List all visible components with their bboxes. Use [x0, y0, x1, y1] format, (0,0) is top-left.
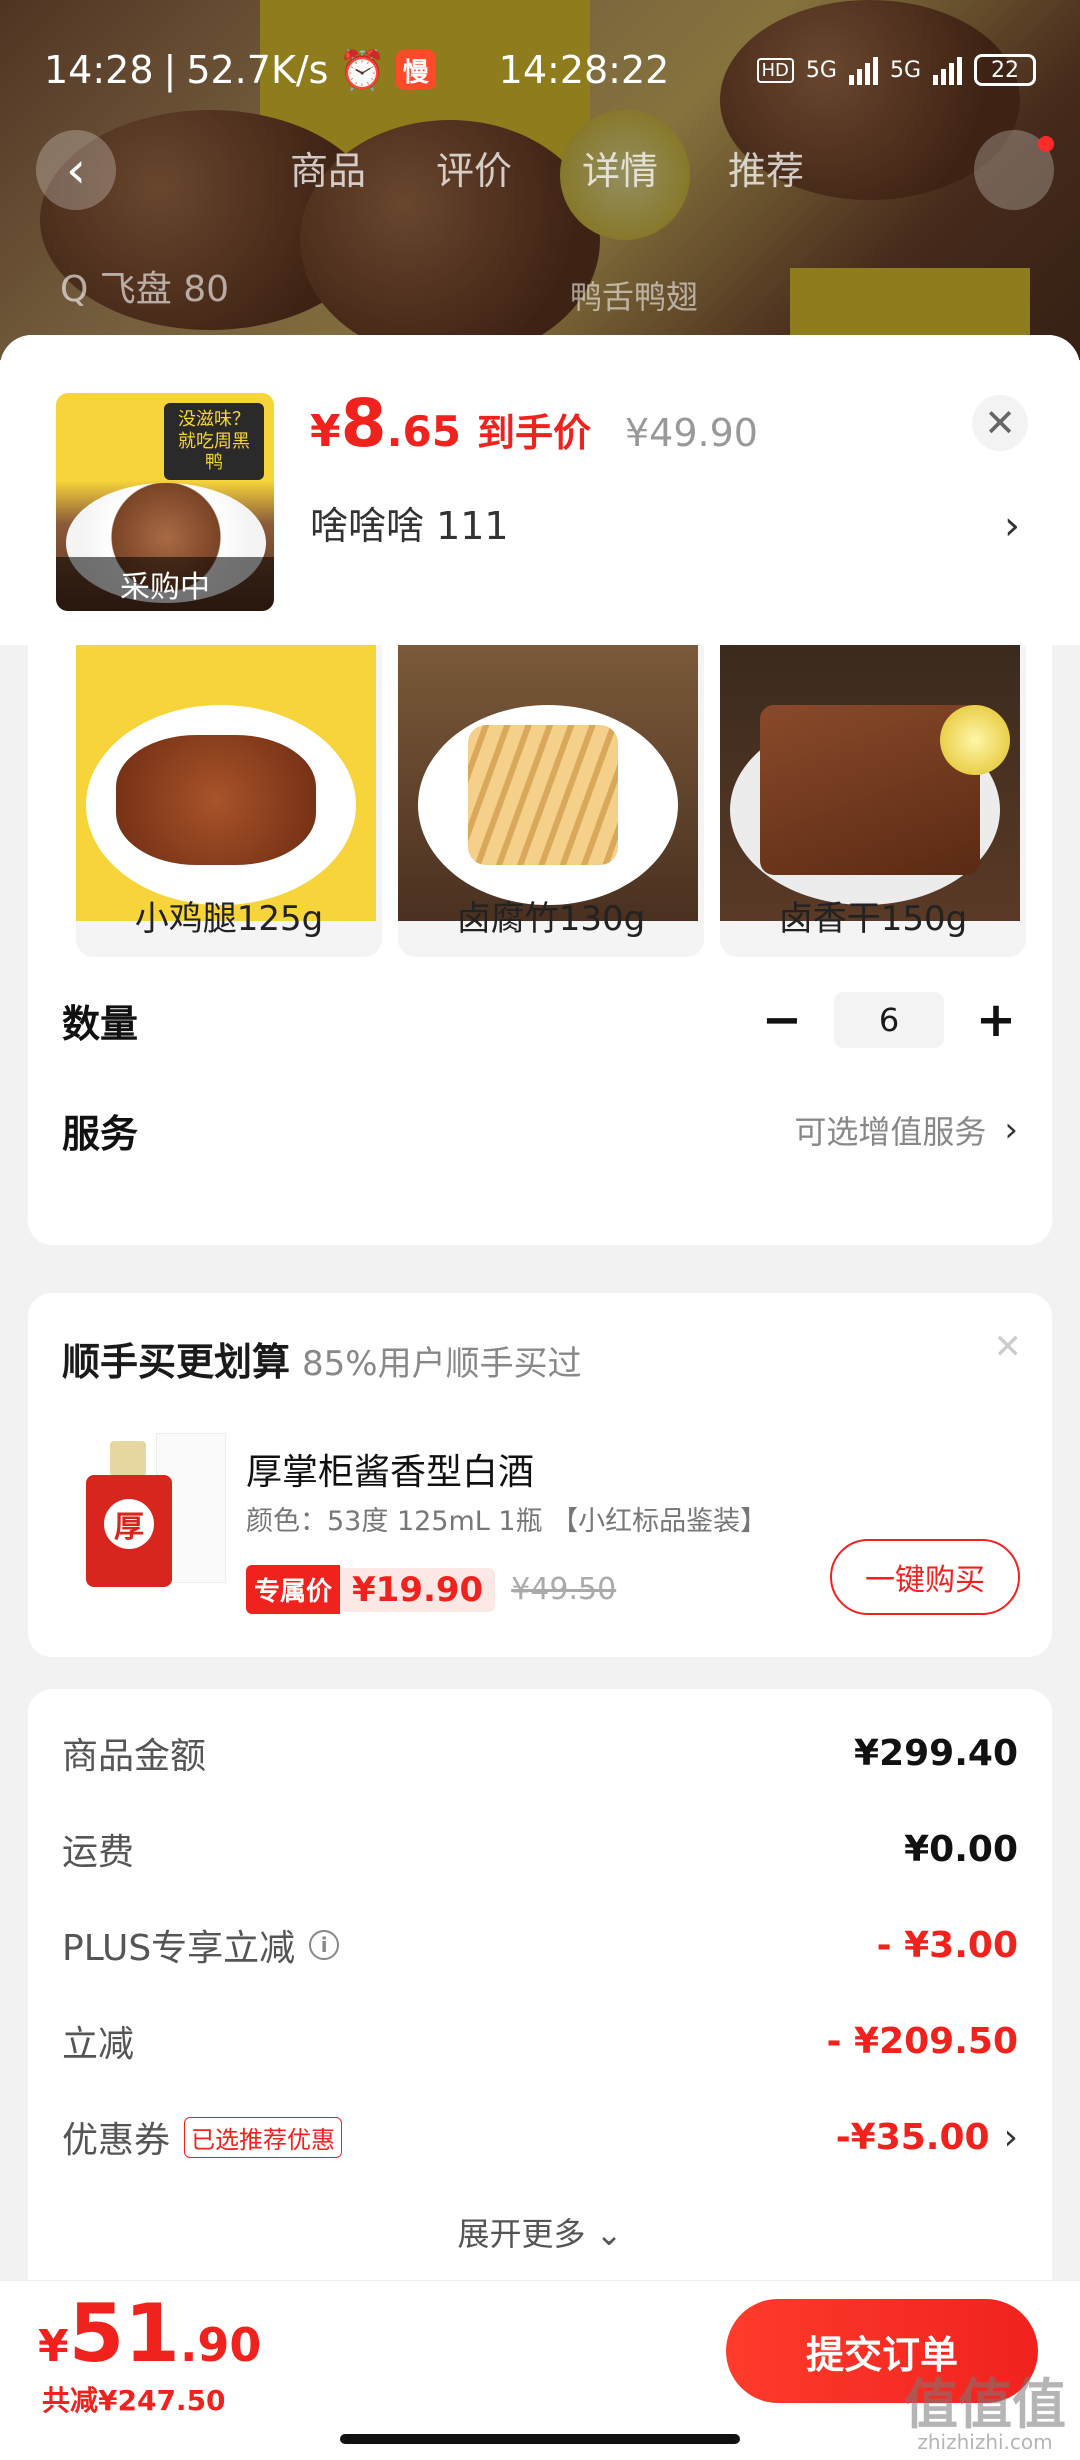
chevron-right-icon: › [1003, 2116, 1018, 2158]
total-price: ¥ 51 .90 [38, 2287, 262, 2380]
upsell-card: 顺手买更划算 85%用户顺手买过 ✕ 厚 厚掌柜酱香型白酒 颜色：53度 125m… [28, 1293, 1052, 1657]
upsell-price: 专属价 ¥19.90 ¥49.50 [246, 1565, 616, 1614]
back-button[interactable]: ‹ [36, 130, 116, 210]
quantity-input[interactable]: 6 [834, 992, 944, 1048]
summary-row: 运费 ¥0.00 [62, 1828, 1018, 1874]
exclusive-price: ¥19.90 [340, 1567, 496, 1612]
option-card[interactable]: 卤腐竹130g [398, 645, 704, 957]
price-summary: 商品金额 ¥299.40 运费 ¥0.00 PLUS专享立减 i - ¥3.00 … [28, 1689, 1052, 2299]
coupon-tag: 已选推荐优惠 [184, 2116, 343, 2158]
upsell-product-name[interactable]: 厚掌柜酱香型白酒 [246, 1443, 534, 1495]
close-icon: ✕ [984, 401, 1016, 445]
coupon-row[interactable]: 优惠券 已选推荐优惠 -¥35.00 › [62, 2107, 1018, 2167]
network-5g-label: 5G [805, 57, 837, 83]
total-saved: 共减¥247.50 [42, 2384, 226, 2417]
background-search-hint: 鸭舌鸭翅 [570, 278, 699, 316]
upsell-subtitle: 85%用户顺手买过 [302, 1344, 582, 1384]
service-label: 服务 [62, 1111, 139, 1156]
service-row[interactable]: 服务 可选增值服务 › [62, 1095, 1018, 1165]
status-bar: 14:28 | 52.7K/s ⏰ 慢 14:28:22 HD 5G 5G 22 [44, 40, 1036, 100]
options-card: 小鸡腿125g 卤腐竹130g 卤香干150g 数量 − 6 + 服务 可选增值… [28, 645, 1052, 1245]
tab-recommend[interactable]: 推荐 [728, 140, 804, 195]
option-label: 卤腐竹130g [456, 898, 646, 939]
background-tabs: 商品 评价 详情 推荐 [290, 140, 804, 195]
notification-dot [1038, 136, 1054, 152]
tab-reviews[interactable]: 评价 [436, 140, 512, 195]
search-placeholder: Q 飞盘 80 [60, 269, 230, 310]
one-click-buy-button[interactable]: 一键购买 [830, 1539, 1020, 1615]
option-label: 卤香干150g [778, 898, 968, 939]
battery-icon: 22 [974, 54, 1036, 86]
quantity-stepper: − 6 + [760, 992, 1018, 1048]
expand-more-button[interactable]: 展开更多 ⌄ [28, 2209, 1052, 2255]
alarm-icon: ⏰ [338, 47, 386, 92]
slow-badge: 慢 [395, 50, 436, 90]
quantity-label: 数量 [62, 1001, 139, 1046]
network-5g-label: 5G [889, 57, 921, 83]
exclusive-price-tag: 专属价 [246, 1565, 341, 1614]
chevron-right-icon: › [1004, 1110, 1018, 1150]
upsell-spec: 颜色：53度 125mL 1瓶 【小红标品鉴装】 [246, 1506, 768, 1537]
home-indicator [340, 2434, 740, 2444]
thumbnail-status-tag: 采购中 [56, 557, 274, 611]
chevron-right-icon[interactable]: › [1004, 503, 1020, 549]
signal-icon [848, 55, 878, 85]
bottle-image: 厚 [80, 1441, 180, 1591]
original-price: ¥49.90 [624, 411, 758, 455]
summary-row: 立减 - ¥209.50 [62, 2020, 1018, 2066]
sheet-header: 没滋味？就吃周黑鸭 采购中 ¥ 8 .65 到手价 ¥49.90 ✕ 啥啥啥 1… [0, 335, 1080, 645]
close-icon[interactable]: ✕ [994, 1327, 1023, 1367]
product-thumbnail: 没滋味？就吃周黑鸭 采购中 [56, 393, 274, 611]
background-search: Q 飞盘 80 [60, 260, 229, 312]
checkout-footer: ¥ 51 .90 共减¥247.50 提交订单 值值值 zhizhizhi.com [0, 2280, 1080, 2460]
summary-row: PLUS专享立减 i - ¥3.00 [62, 1924, 1018, 1970]
option-label: 小鸡腿125g [134, 898, 324, 939]
signal-icon [933, 55, 962, 85]
network-speed: 52.7K/s [186, 48, 329, 92]
hd-icon: HD [756, 57, 794, 83]
status-time: 14:28 [44, 48, 154, 92]
decrease-button[interactable]: − [760, 992, 804, 1048]
final-price-label: 到手价 [476, 411, 591, 455]
purchase-sheet: 没滋味？就吃周黑鸭 采购中 ¥ 8 .65 到手价 ¥49.90 ✕ 啥啥啥 1… [0, 335, 1080, 2460]
quantity-row: 数量 − 6 + [62, 985, 1018, 1055]
watermark: 值值值 zhizhizhi.com [904, 2373, 1066, 2454]
status-center-time: 14:28:22 [498, 48, 670, 92]
close-button[interactable]: ✕ [972, 395, 1028, 451]
increase-button[interactable]: + [974, 992, 1018, 1048]
final-price: ¥ 8 .65 到手价 ¥49.90 [310, 385, 758, 462]
selected-variant[interactable]: 啥啥啥 111 [310, 495, 509, 550]
summary-row: 商品金额 ¥299.40 [62, 1732, 1018, 1778]
info-icon[interactable]: i [309, 1930, 340, 1960]
variant-options: 小鸡腿125g 卤腐竹130g 卤香干150g [76, 645, 1056, 957]
thumbnail-brand: 没滋味？就吃周黑鸭 [164, 403, 264, 480]
option-card[interactable]: 小鸡腿125g [76, 645, 382, 957]
option-card[interactable]: 卤香干150g [720, 645, 1026, 957]
service-hint: 可选增值服务 [794, 1113, 987, 1151]
bottle-label: 厚 [104, 1499, 154, 1549]
chevron-left-icon: ‹ [66, 141, 86, 199]
background-nav: ‹ 商品 评价 详情 推荐 [0, 130, 1080, 210]
upsell-title: 顺手买更划算 85%用户顺手买过 [62, 1340, 582, 1384]
tab-product[interactable]: 商品 [290, 140, 366, 195]
tab-details[interactable]: 详情 [582, 140, 658, 195]
upsell-original-price: ¥49.50 [511, 1572, 617, 1607]
